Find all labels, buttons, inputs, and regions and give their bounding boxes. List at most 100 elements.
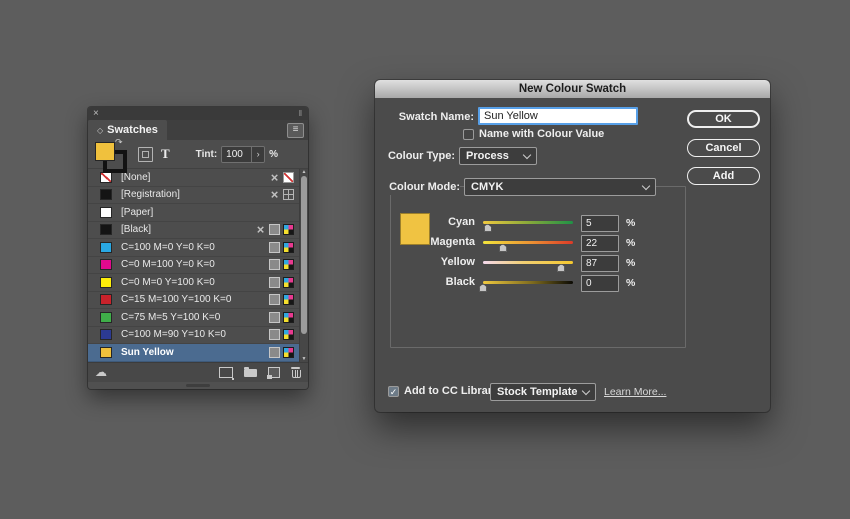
slider-value-field[interactable]: 5 (581, 215, 619, 232)
chevron-down-icon (522, 150, 532, 159)
slider-row: Magenta 22% (390, 233, 671, 253)
swatch-chip (100, 189, 112, 201)
colour-type-value: Process (466, 150, 509, 162)
chevron-down-icon (581, 386, 591, 395)
formatting-affects-container-button[interactable] (138, 146, 153, 162)
fill-indicator[interactable] (95, 141, 115, 161)
panel-menu-icon[interactable] (287, 123, 304, 138)
slider-row: Cyan 5% (390, 213, 671, 233)
panel-footer: ☁ (88, 361, 308, 382)
swatch-row[interactable]: C=100 M=90 Y=10 K=0 (88, 327, 308, 344)
swatch-name: Sun Yellow (121, 346, 174, 358)
slider-value-field[interactable]: 22 (581, 235, 619, 252)
slider-track[interactable] (483, 281, 573, 284)
add-to-cc-library-label: Add to CC Library: (404, 385, 502, 397)
swatch-chip (100, 276, 112, 288)
process-colour-icon (269, 259, 280, 271)
slider-handle[interactable] (479, 284, 487, 292)
none-icon (283, 171, 294, 183)
new-colour-group-icon[interactable] (244, 367, 257, 377)
percent-label: % (626, 237, 636, 249)
dialog-title: New Colour Swatch (375, 80, 770, 98)
new-swatch-icon[interactable] (267, 366, 280, 379)
swatch-chip (100, 294, 112, 306)
swatch-name-input[interactable] (478, 107, 638, 125)
cancel-button[interactable]: Cancel (687, 138, 760, 157)
tint-value-field[interactable]: 100 (222, 146, 252, 162)
tint-stepper-icon[interactable]: › (251, 146, 265, 162)
slider-label: Magenta (430, 236, 475, 248)
cc-library-dropdown[interactable]: Stock Templates (490, 383, 596, 401)
scrollbar-thumb[interactable] (301, 176, 307, 334)
slider-track[interactable] (483, 261, 573, 264)
swatches-tab[interactable]: ◇ Swatches (88, 120, 167, 140)
slider-handle[interactable] (498, 244, 507, 252)
colour-type-dropdown[interactable]: Process (459, 147, 537, 165)
cmyk-icon (283, 259, 294, 271)
swatch-chip (100, 224, 112, 236)
panel-resize-grip[interactable] (88, 381, 308, 389)
delete-swatch-icon[interactable] (291, 366, 301, 378)
chevron-down-icon (641, 181, 651, 190)
swatch-row[interactable]: Sun Yellow (88, 344, 308, 362)
scroll-down-icon[interactable]: ▼ (300, 356, 308, 362)
swatch-chip (100, 346, 112, 358)
panel-controls-row: ↷ T Tint: 100 › % (88, 137, 308, 173)
swatch-row-icons (255, 241, 294, 253)
learn-more-link[interactable]: Learn More... (604, 386, 666, 398)
swatch-row[interactable]: C=15 M=100 Y=100 K=0 (88, 292, 308, 309)
cc-libraries-icon[interactable]: ☁ (95, 366, 107, 378)
swatch-name: C=75 M=5 Y=100 K=0 (121, 311, 221, 323)
add-to-cc-library-checkbox[interactable] (388, 386, 399, 397)
process-colour-icon (269, 329, 280, 341)
swatch-name: C=100 M=0 Y=0 K=0 (121, 241, 215, 253)
slider-label: Yellow (440, 256, 475, 268)
name-with-colour-value-label: Name with Colour Value (479, 128, 605, 140)
panel-close-icon[interactable]: × (93, 107, 99, 120)
slider-handle[interactable] (483, 224, 492, 232)
swatch-row[interactable]: [Paper] (88, 204, 308, 222)
slider-value-field[interactable]: 0 (581, 275, 619, 292)
dialog-buttons: OK Cancel Add (687, 110, 760, 196)
swatch-row-icons (255, 311, 294, 323)
swatch-name: C=100 M=90 Y=10 K=0 (121, 329, 226, 341)
slider-handle[interactable] (557, 264, 566, 272)
ok-button[interactable]: OK (687, 110, 760, 128)
swatch-chip (100, 206, 112, 218)
swatch-row[interactable]: [Registration] × (88, 187, 308, 204)
formatting-affects-text-button[interactable]: T (161, 146, 170, 162)
swatch-row-icons (255, 346, 294, 358)
swatch-row[interactable]: [Black] × (88, 222, 308, 239)
scrollbar[interactable]: ▲ ▼ (299, 169, 308, 362)
swatch-row-icons (255, 276, 294, 288)
swatch-row[interactable]: C=0 M=0 Y=100 K=0 (88, 274, 308, 292)
swatch-row-icons (255, 259, 294, 271)
swatch-row-icons: × (255, 188, 294, 201)
swatch-row[interactable]: C=100 M=0 Y=0 K=0 (88, 239, 308, 257)
swatch-row[interactable]: C=0 M=100 Y=0 K=0 (88, 257, 308, 274)
cmyk-icon (283, 311, 294, 323)
swatch-name: C=0 M=0 Y=100 K=0 (121, 276, 215, 288)
registration-icon (283, 189, 294, 201)
process-colour-icon (269, 224, 280, 236)
percent-label: % (626, 257, 636, 269)
scroll-up-icon[interactable]: ▲ (300, 169, 308, 175)
add-button[interactable]: Add (687, 167, 760, 185)
swatch-row[interactable]: C=75 M=5 Y=100 K=0 (88, 309, 308, 327)
slider-track[interactable] (483, 241, 573, 244)
slider-value-field[interactable]: 87 (581, 255, 619, 272)
swatch-name: C=15 M=100 Y=100 K=0 (121, 294, 232, 306)
panel-title-bar[interactable]: × ‖ (88, 107, 308, 120)
process-colour-icon (269, 241, 280, 253)
slider-track[interactable] (483, 221, 573, 224)
name-with-colour-value-checkbox[interactable] (463, 129, 474, 140)
swatch-chip (100, 241, 112, 253)
swatch-row-icons (255, 294, 294, 306)
swap-fill-stroke-icon[interactable]: ↷ (115, 137, 123, 148)
panel-collapse-icon[interactable]: ‖ (299, 107, 303, 120)
colour-mode-dropdown[interactable]: CMYK (464, 178, 656, 196)
swatch-name: [Black] (121, 224, 152, 236)
swatch-chip (100, 311, 112, 323)
colour-mode-label: Colour Mode: (375, 180, 460, 195)
swatch-views-icon[interactable] (219, 366, 234, 380)
